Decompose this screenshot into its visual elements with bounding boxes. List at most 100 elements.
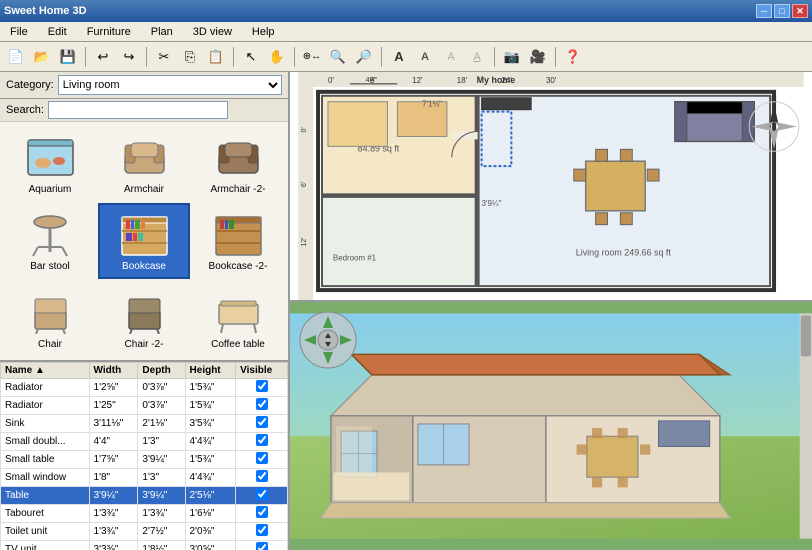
row-visible[interactable] xyxy=(236,541,288,550)
row-height: 4'4¾" xyxy=(185,469,236,487)
cut-button[interactable]: ✂ xyxy=(152,45,176,69)
row-width: 4'4" xyxy=(89,433,138,451)
table-row[interactable]: Small doubl... 4'4" 1'3" 4'4¾" xyxy=(1,433,288,451)
table-row[interactable]: Small table 1'7⅝" 3'9¼" 1'5¾" xyxy=(1,451,288,469)
furniture-table: Name ▲ Width Depth Height Visible Radiat… xyxy=(0,362,288,550)
table-row[interactable]: Table 3'9¼" 3'9¼" 2'5⅛" xyxy=(1,487,288,505)
table-row[interactable]: Radiator 1'2⅝" 0'3⅞" 1'5¾" xyxy=(1,379,288,397)
row-width: 1'7⅝" xyxy=(89,451,138,469)
row-width: 1'3¾" xyxy=(89,523,138,541)
separator-4 xyxy=(294,47,295,67)
barstool-label: Bar stool xyxy=(30,261,69,272)
separator-3 xyxy=(233,47,234,67)
video-button[interactable]: 🎥 xyxy=(526,45,550,69)
minimize-button[interactable]: ─ xyxy=(756,4,772,18)
save-button[interactable]: 💾 xyxy=(56,45,80,69)
row-height: 1'5¾" xyxy=(185,379,236,397)
barstool-icon xyxy=(20,209,80,259)
chair2-label: Chair -2- xyxy=(125,339,164,350)
pan-button[interactable]: ✋ xyxy=(265,45,289,69)
title-bar: Sweet Home 3D ─ □ ✕ xyxy=(0,0,812,22)
furniture-coffeetable[interactable]: Coffee table xyxy=(192,281,284,356)
table-row[interactable]: Toilet unit 1'3¾" 2'7½" 2'0⅜" xyxy=(1,523,288,541)
separator-2 xyxy=(146,47,147,67)
row-width: 1'8" xyxy=(89,469,138,487)
search-input[interactable] xyxy=(48,101,228,119)
text-a2-button[interactable]: A xyxy=(413,45,437,69)
close-button[interactable]: ✕ xyxy=(792,4,808,18)
photo-button[interactable]: 📷 xyxy=(500,45,524,69)
maximize-button[interactable]: □ xyxy=(774,4,790,18)
text-a3-button[interactable]: A xyxy=(439,45,463,69)
text-a-button[interactable]: A xyxy=(387,45,411,69)
zoom-in-button[interactable]: 🔍 xyxy=(326,45,350,69)
undo-button[interactable]: ↩ xyxy=(91,45,115,69)
furniture-armchair[interactable]: Armchair xyxy=(98,126,190,201)
svg-text:N: N xyxy=(771,95,777,104)
table-row[interactable]: TV unit 3'3⅜" 1'8½" 3'0⅝" xyxy=(1,541,288,550)
menu-edit[interactable]: Edit xyxy=(42,24,73,40)
furniture-barstool[interactable]: Bar stool xyxy=(4,203,96,278)
aquarium-label: Aquarium xyxy=(29,184,72,195)
search-label: Search: xyxy=(6,104,44,116)
col-name[interactable]: Name ▲ xyxy=(1,363,90,379)
furniture-chair2[interactable]: Chair -2- xyxy=(98,281,190,356)
row-visible[interactable] xyxy=(236,487,288,505)
new-button[interactable]: 📄 xyxy=(4,45,28,69)
row-visible[interactable] xyxy=(236,433,288,451)
furniture-table-container: Name ▲ Width Depth Height Visible Radiat… xyxy=(0,362,288,550)
row-visible[interactable] xyxy=(236,523,288,541)
col-height[interactable]: Height xyxy=(185,363,236,379)
row-visible[interactable] xyxy=(236,397,288,415)
table-row[interactable]: Sink 3'11⅛" 2'1⅛" 3'5¾" xyxy=(1,415,288,433)
row-name: Tabouret xyxy=(1,505,90,523)
table-row[interactable]: Small window 1'8" 1'3" 4'4¾" xyxy=(1,469,288,487)
zoom-out-button[interactable]: 🔎 xyxy=(352,45,376,69)
zoom-all-button[interactable]: ⊕↔ xyxy=(300,45,324,69)
table-row[interactable]: Tabouret 1'3¾" 1'3¾" 1'6⅛" xyxy=(1,505,288,523)
open-button[interactable]: 📂 xyxy=(30,45,54,69)
svg-text:4'4": 4'4" xyxy=(366,77,378,84)
main-content: Category: Living room Bedroom Kitchen Ba… xyxy=(0,72,812,550)
menu-furniture[interactable]: Furniture xyxy=(81,24,137,40)
furniture-bookcase2[interactable]: Bookcase -2- xyxy=(192,203,284,278)
menu-file[interactable]: File xyxy=(4,24,34,40)
3d-view-svg xyxy=(290,302,812,550)
category-select[interactable]: Living room Bedroom Kitchen Bathroom xyxy=(58,75,282,95)
text-a4-button[interactable]: A xyxy=(465,45,489,69)
col-depth[interactable]: Depth xyxy=(138,363,185,379)
furniture-aquarium[interactable]: Aquarium xyxy=(4,126,96,201)
menu-help[interactable]: Help xyxy=(246,24,281,40)
copy-button[interactable]: ⎘ xyxy=(178,45,202,69)
row-width: 1'3¾" xyxy=(89,505,138,523)
row-depth: 2'1⅛" xyxy=(138,415,185,433)
coffeetable-icon xyxy=(208,287,268,337)
row-visible[interactable] xyxy=(236,379,288,397)
category-bar: Category: Living room Bedroom Kitchen Ba… xyxy=(0,72,288,99)
furniture-bookcase[interactable]: Bookcase xyxy=(98,203,190,278)
select-button[interactable]: ↖ xyxy=(239,45,263,69)
menu-bar: File Edit Furniture Plan 3D view Help xyxy=(0,22,812,42)
floor-plan[interactable]: 0' 6' 12' 18' 24' 30' 4'4" My home 0' 6'… xyxy=(290,72,812,302)
row-width: 3'9¼" xyxy=(89,487,138,505)
row-visible[interactable] xyxy=(236,469,288,487)
menu-3dview[interactable]: 3D view xyxy=(187,24,238,40)
col-width[interactable]: Width xyxy=(89,363,138,379)
row-height: 1'5¾" xyxy=(185,397,236,415)
furniture-chair[interactable]: Chair xyxy=(4,281,96,356)
window-controls: ─ □ ✕ xyxy=(756,4,808,18)
menu-plan[interactable]: Plan xyxy=(145,24,179,40)
row-visible[interactable] xyxy=(236,505,288,523)
furniture-armchair2[interactable]: Armchair -2- xyxy=(192,126,284,201)
svg-text:My home: My home xyxy=(477,75,516,85)
paste-button[interactable]: 📋 xyxy=(204,45,228,69)
col-visible[interactable]: Visible xyxy=(236,363,288,379)
help-button[interactable]: ❓ xyxy=(561,45,585,69)
table-row[interactable]: Radiator 1'25" 0'3⅞" 1'5¾" xyxy=(1,397,288,415)
nav-widget[interactable] xyxy=(298,310,358,370)
row-visible[interactable] xyxy=(236,451,288,469)
redo-button[interactable]: ↪ xyxy=(117,45,141,69)
row-visible[interactable] xyxy=(236,415,288,433)
left-panel: Category: Living room Bedroom Kitchen Ba… xyxy=(0,72,290,550)
svg-text:6': 6' xyxy=(301,182,308,187)
